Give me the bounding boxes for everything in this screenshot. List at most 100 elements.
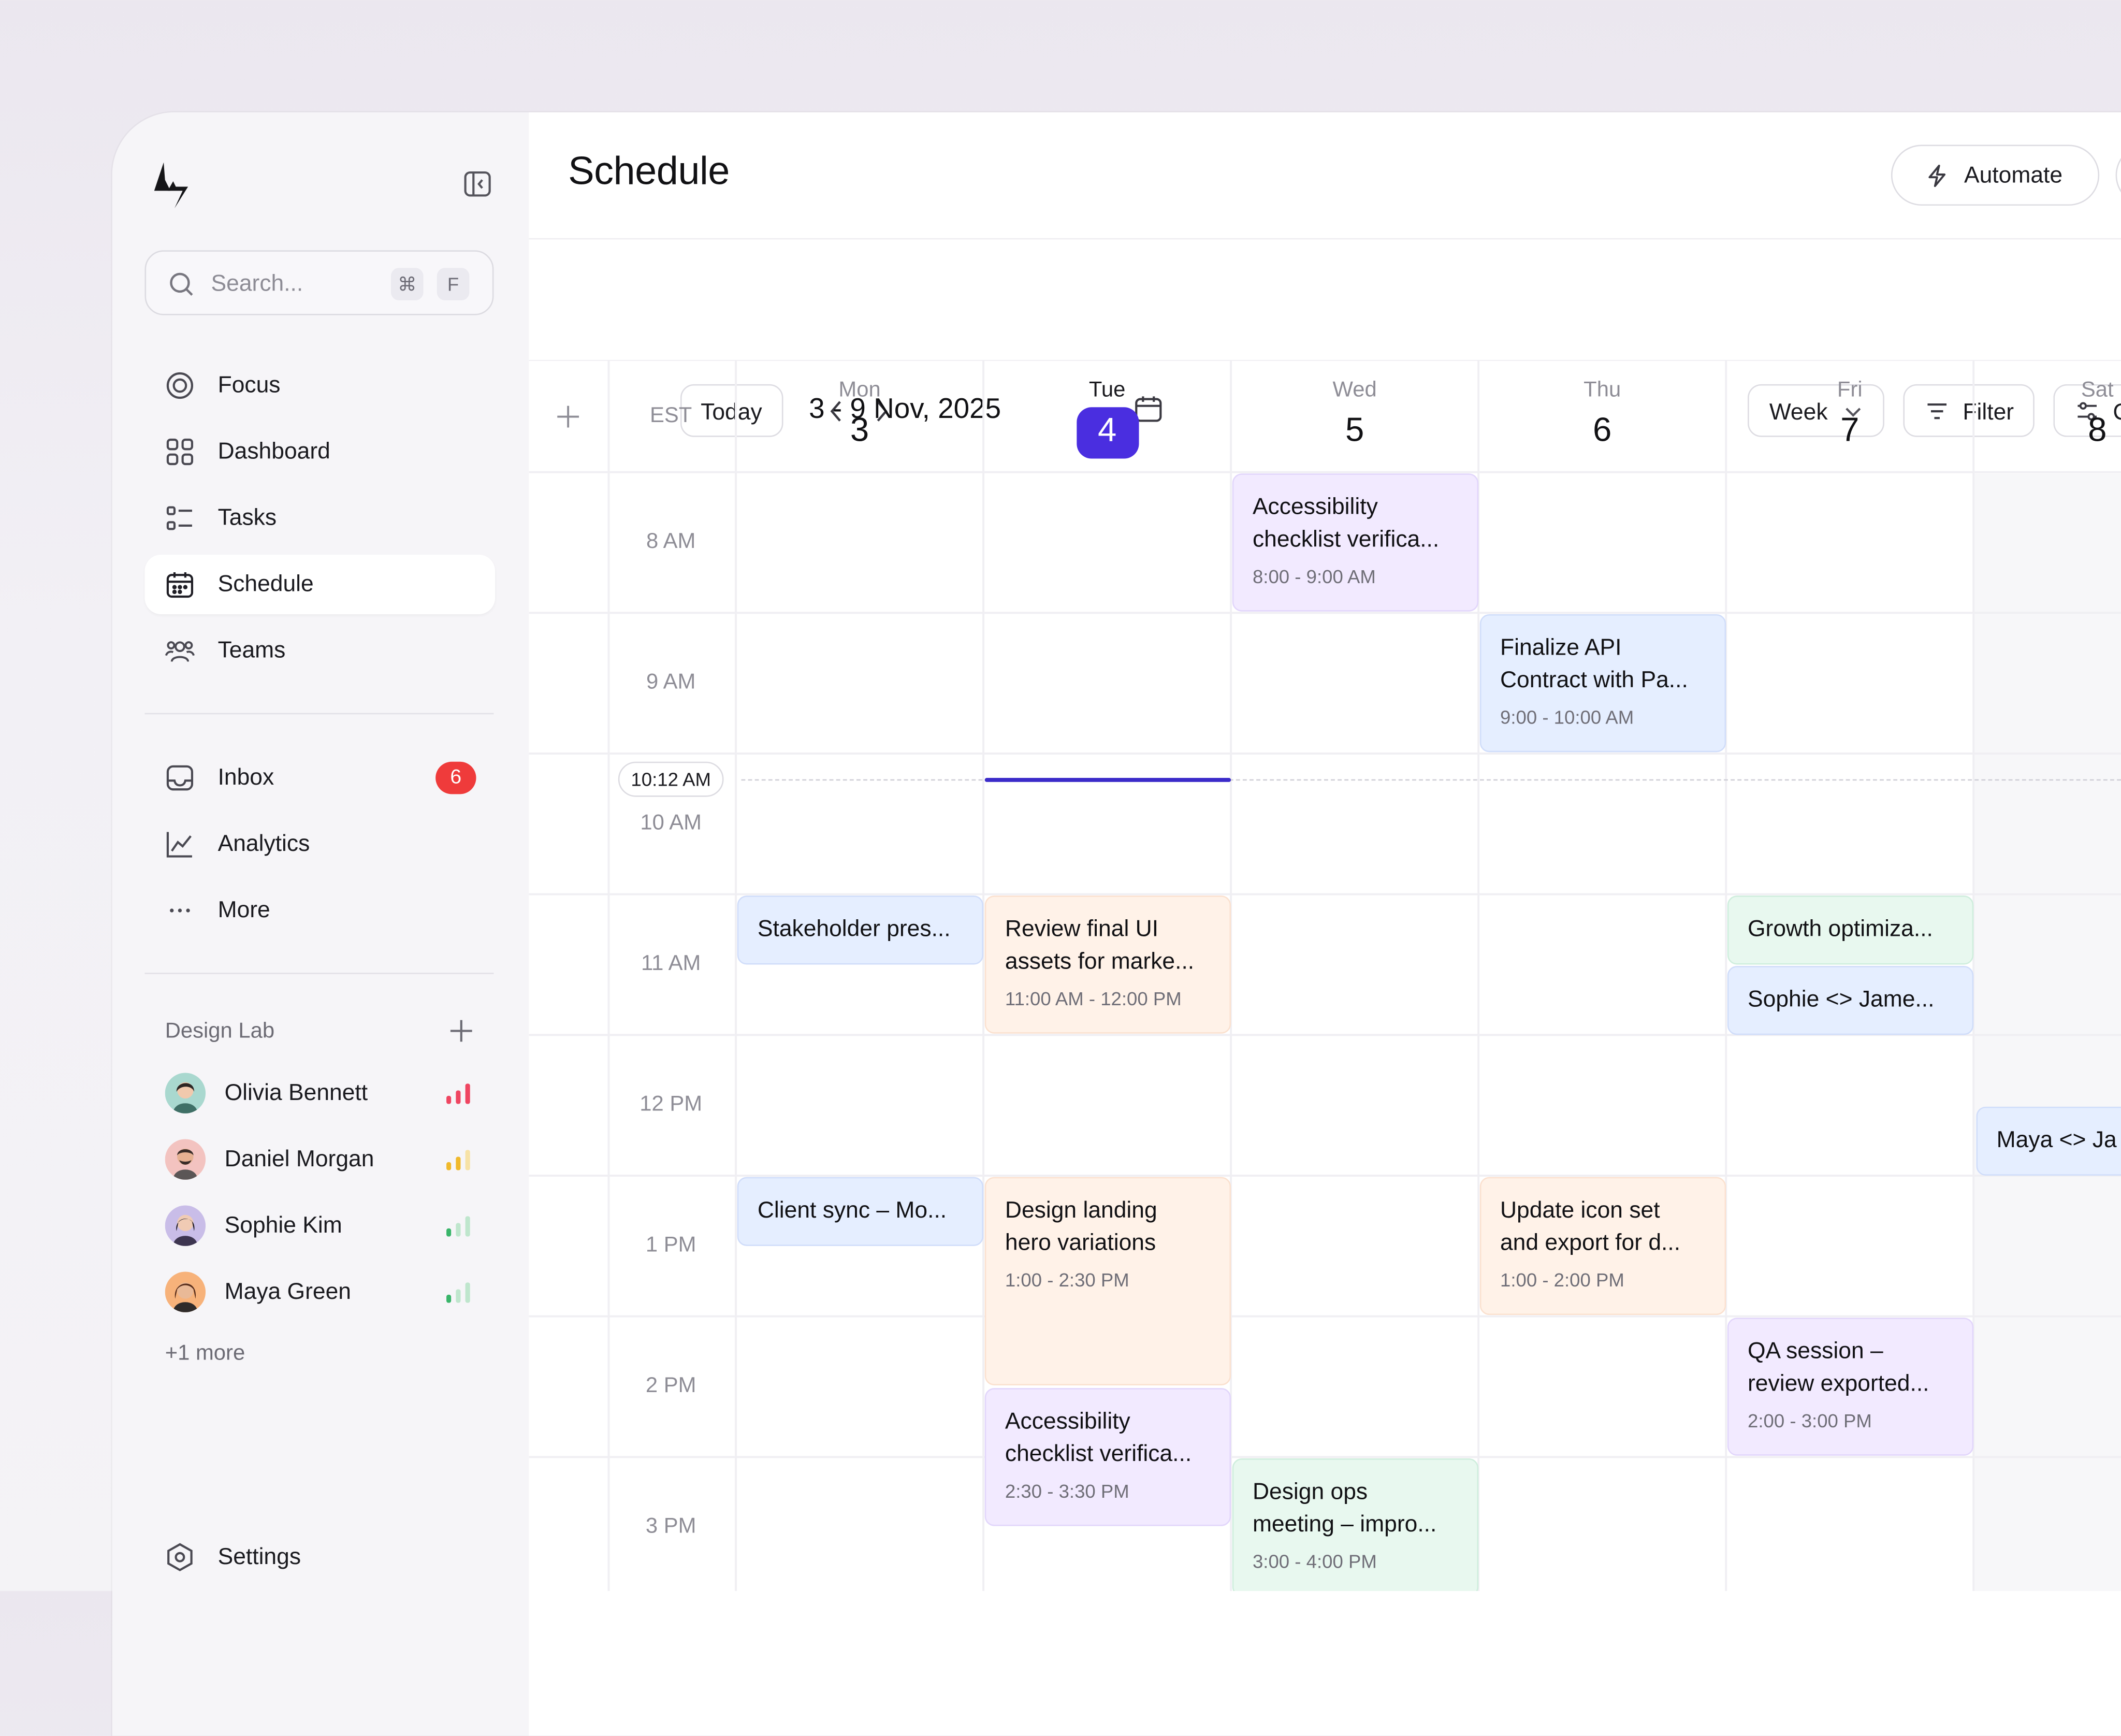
activity-signal-icon <box>446 1282 470 1303</box>
event-card[interactable]: Accessibility checklist verifica... 2:30… <box>984 1388 1231 1526</box>
event-card[interactable]: Finalize API Contract with Pa... 9:00 - … <box>1479 614 1726 753</box>
nav-item-schedule[interactable]: Schedule <box>144 555 496 614</box>
nav-item-label: Teams <box>217 637 286 663</box>
day-header-tue[interactable]: Tue 4 <box>983 360 1231 472</box>
event-title: Design landing hero variations <box>1005 1197 1157 1256</box>
day-name: Sat <box>2081 379 2114 402</box>
hour-label: 3 PM <box>645 1515 696 1539</box>
day-header-mon[interactable]: Mon 3 <box>736 360 983 472</box>
nav-item-teams[interactable]: Teams <box>145 621 496 681</box>
day-number: 6 <box>1593 411 1612 450</box>
settings-label: Settings <box>217 1543 301 1570</box>
current-time-marker <box>984 778 1231 782</box>
day-name: Fri <box>1837 379 1863 402</box>
nav-item-more[interactable]: More <box>145 881 496 941</box>
event-card[interactable]: Maya <> Ja <box>1976 1106 2121 1176</box>
member-name: Maya Green <box>224 1278 351 1305</box>
current-time-pill: 10:12 AM <box>618 761 724 797</box>
weekend-shading <box>1973 473 2121 1591</box>
event-card[interactable]: QA session – review exported... 2:00 - 3… <box>1727 1318 1974 1456</box>
event-title: Sophie <> Jame... <box>1748 986 1935 1012</box>
sidebar: Search... ⌘ F Focus Dashboard Tasks Sche… <box>112 112 529 1736</box>
day-header-wed[interactable]: Wed 5 <box>1231 360 1478 472</box>
event-time: 11:00 AM - 12:00 PM <box>1005 987 1182 1009</box>
automate-label: Automate <box>1964 162 2063 189</box>
add-member-icon[interactable] <box>449 1019 473 1043</box>
event-title: Update icon set and export for d... <box>1500 1197 1681 1256</box>
app-logo-icon[interactable] <box>150 161 191 210</box>
search-placeholder: Search... <box>211 270 303 297</box>
automate-button[interactable]: Automate <box>1891 144 2100 206</box>
page-title: Schedule <box>568 150 730 194</box>
member-name: Daniel Morgan <box>224 1146 374 1172</box>
event-card[interactable]: Design landing hero variations 1:00 - 2:… <box>984 1177 1231 1385</box>
event-time: 2:00 - 3:00 PM <box>1748 1409 1872 1431</box>
hour-label: 10 AM <box>640 812 702 835</box>
team-icon <box>165 641 195 662</box>
nav-item-analytics[interactable]: Analytics <box>145 815 496 874</box>
nav-item-dashboard[interactable]: Dashboard <box>145 422 496 482</box>
nav-item-focus[interactable]: Focus <box>145 356 496 415</box>
focus-icon <box>166 372 194 399</box>
add-event-icon[interactable] <box>555 403 582 430</box>
calendar-grid: EST Mon 3 Tue 4 Wed 5 Thu 6 Fri 7 Sat 8 … <box>529 359 2121 1591</box>
day-number: 8 <box>2088 411 2107 450</box>
hour-label: 2 PM <box>645 1375 696 1398</box>
day-header-sat[interactable]: Sat 8 <box>1973 360 2121 472</box>
hour-label: 1 PM <box>645 1234 696 1257</box>
team-member[interactable]: Daniel Morgan <box>165 1138 490 1181</box>
event-title: Accessibility checklist verifica... <box>1005 1408 1192 1467</box>
sidebar-divider <box>144 973 494 974</box>
more-actions-button[interactable] <box>2115 144 2121 206</box>
search-input[interactable]: Search... ⌘ F <box>144 250 494 315</box>
sidebar-divider <box>144 713 494 715</box>
shortcut-key-cmd: ⌘ <box>390 268 424 300</box>
dashboard-icon <box>166 438 194 466</box>
nav-item-label: More <box>217 896 270 923</box>
event-time: 8:00 - 9:00 AM <box>1252 565 1376 587</box>
event-card[interactable]: Stakeholder pres... <box>737 895 984 965</box>
current-time-line <box>741 779 2121 781</box>
nav-item-label: Dashboard <box>217 438 330 464</box>
event-time: 9:00 - 10:00 AM <box>1500 706 1634 728</box>
hour-label: 9 AM <box>646 671 696 695</box>
section-title: Design Lab <box>165 1020 275 1044</box>
header-divider <box>529 238 2121 240</box>
event-title: Stakeholder pres... <box>757 916 951 942</box>
day-header-fri[interactable]: Fri 7 <box>1726 360 1973 472</box>
activity-signal-icon <box>446 1150 470 1170</box>
hour-label: 11 AM <box>641 952 701 976</box>
inbox-icon <box>166 765 194 791</box>
event-card[interactable]: Growth optimiza... <box>1727 895 1974 965</box>
day-header-thu[interactable]: Thu 6 <box>1478 360 1726 472</box>
event-time: 3:00 - 4:00 PM <box>1252 1550 1377 1572</box>
nav-item-settings[interactable]: Settings <box>145 1527 496 1587</box>
activity-signal-icon <box>446 1083 470 1104</box>
event-title: Client sync – Mo... <box>757 1197 947 1223</box>
calendar-icon <box>166 572 194 598</box>
member-name: Olivia Bennett <box>224 1079 368 1106</box>
event-card[interactable]: Design ops meeting – impro... 3:00 - 4:0… <box>1232 1458 1479 1591</box>
event-title: Design ops meeting – impro... <box>1252 1479 1437 1537</box>
nav-item-label: Schedule <box>217 571 314 597</box>
hour-label: 8 AM <box>646 530 696 554</box>
event-time: 1:00 - 2:30 PM <box>1005 1269 1129 1291</box>
team-member[interactable]: Olivia Bennett <box>165 1072 490 1115</box>
nav-item-label: Tasks <box>217 504 277 530</box>
nav-item-tasks[interactable]: Tasks <box>145 488 496 548</box>
event-card[interactable]: Update icon set and export for d... 1:00… <box>1479 1177 1726 1315</box>
day-number: 5 <box>1345 411 1364 450</box>
team-member[interactable]: Sophie Kim <box>165 1204 490 1248</box>
event-card[interactable]: Client sync – Mo... <box>737 1177 984 1246</box>
lightning-icon <box>1928 165 1946 187</box>
sidebar-collapse-icon[interactable] <box>462 169 492 199</box>
event-title: QA session – review exported... <box>1748 1338 1929 1396</box>
event-card[interactable]: Review final UI assets for marke... 11:0… <box>984 895 1231 1034</box>
more-members-link[interactable]: +1 more <box>165 1342 245 1366</box>
team-member[interactable]: Maya Green <box>165 1270 490 1314</box>
event-title: Finalize API Contract with Pa... <box>1500 634 1688 693</box>
nav-item-label: Focus <box>217 372 281 398</box>
nav-item-inbox[interactable]: Inbox 6 <box>145 748 496 808</box>
event-card[interactable]: Accessibility checklist verifica... 8:00… <box>1232 473 1479 612</box>
event-card[interactable]: Sophie <> Jame... <box>1727 966 1974 1035</box>
